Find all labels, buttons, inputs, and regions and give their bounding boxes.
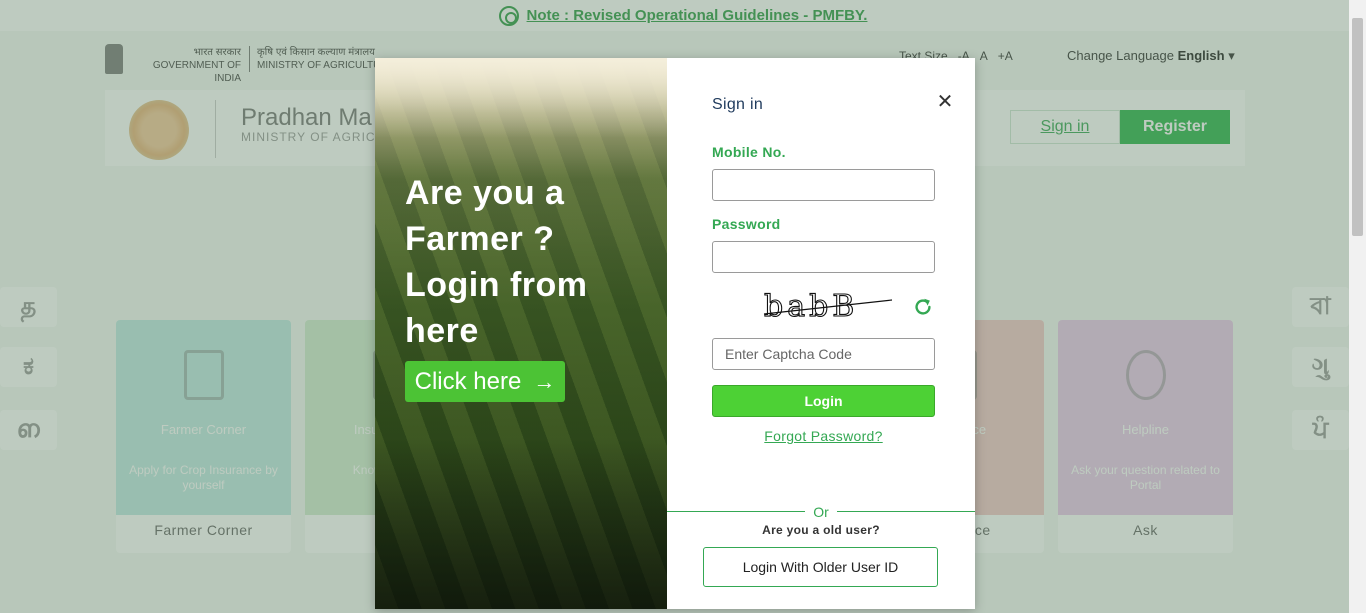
old-user-question: Are you a old user? bbox=[762, 523, 880, 537]
password-input[interactable] bbox=[712, 241, 935, 273]
captcha-text: babB bbox=[764, 289, 858, 324]
click-here-button[interactable]: Click here → bbox=[405, 361, 565, 402]
form-title: Sign in bbox=[712, 96, 764, 113]
promo-heading: Are you a Farmer ? Login from here bbox=[405, 174, 588, 350]
refresh-captcha-icon[interactable] bbox=[912, 296, 934, 318]
mobile-label: Mobile No. bbox=[712, 144, 786, 160]
login-older-user-button[interactable]: Login With Older User ID bbox=[703, 547, 938, 587]
signin-modal: Are you a Farmer ? Login from here Click… bbox=[375, 58, 975, 609]
login-button[interactable]: Login bbox=[712, 385, 935, 417]
mobile-input[interactable] bbox=[712, 169, 935, 201]
page-scrollbar[interactable] bbox=[1349, 0, 1366, 613]
password-label: Password bbox=[712, 216, 781, 232]
image-shade bbox=[375, 438, 667, 609]
scrollbar-thumb[interactable] bbox=[1352, 18, 1363, 236]
arrow-right-icon: → bbox=[533, 368, 556, 394]
or-label: Or bbox=[805, 504, 837, 520]
close-icon[interactable]: ✕ bbox=[935, 92, 955, 112]
forgot-password-link[interactable]: Forgot Password? bbox=[712, 428, 935, 444]
captcha-image: babB bbox=[762, 286, 897, 326]
sky-haze bbox=[375, 58, 667, 138]
farm-field-image: Are you a Farmer ? Login from here Click… bbox=[375, 58, 667, 609]
click-here-label: Click here bbox=[414, 367, 522, 395]
captcha-input[interactable] bbox=[712, 338, 935, 370]
signin-form: Sign in ✕ Mobile No. Password babB Login… bbox=[667, 58, 975, 609]
